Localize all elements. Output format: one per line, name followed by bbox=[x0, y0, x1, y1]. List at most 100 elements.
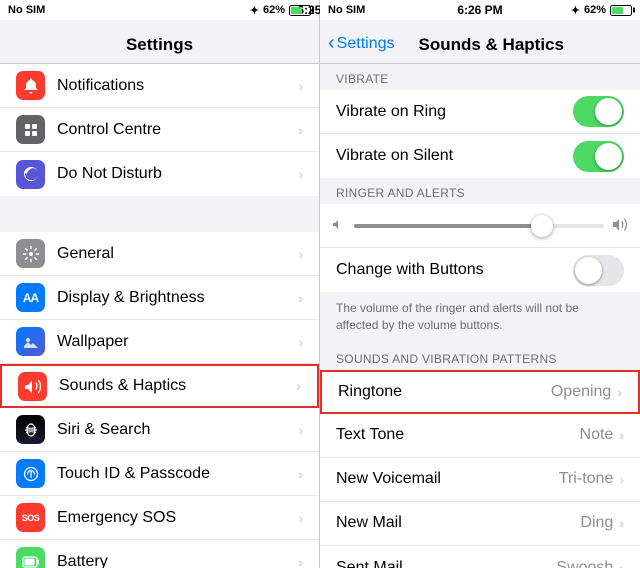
vibrate-silent-item: Vibrate on Silent bbox=[320, 134, 640, 178]
vibrate-ring-item: Vibrate on Ring bbox=[320, 90, 640, 134]
battery-chevron: › bbox=[298, 554, 303, 568]
settings-list: Notifications › Control Centre › Do Not … bbox=[0, 64, 319, 568]
sounds-patterns-header: SOUNDS AND VIBRATION PATTERNS bbox=[320, 344, 640, 370]
left-battery-icon bbox=[289, 5, 311, 16]
wallpaper-label: Wallpaper bbox=[57, 333, 298, 351]
left-carrier: No SIM bbox=[8, 4, 45, 16]
sounds-patterns-section: SOUNDS AND VIBRATION PATTERNS Ringtone O… bbox=[320, 344, 640, 568]
vibrate-silent-knob bbox=[595, 143, 622, 170]
volume-slider-container bbox=[320, 204, 640, 248]
battery-icon bbox=[16, 547, 45, 568]
settings-group-1: Notifications › Control Centre › Do Not … bbox=[0, 64, 319, 196]
notifications-chevron: › bbox=[298, 78, 303, 94]
sounds-haptics-label: Sounds & Haptics bbox=[59, 377, 296, 395]
ringtone-item[interactable]: Ringtone Opening › bbox=[320, 370, 640, 414]
right-bluetooth-icon: ✦ bbox=[571, 4, 580, 17]
ringer-section: RINGER AND ALERTS Ch bbox=[320, 178, 640, 344]
display-brightness-label: Display & Brightness bbox=[57, 289, 298, 307]
display-brightness-icon: AA bbox=[16, 283, 45, 312]
ringer-group: Change with Buttons bbox=[320, 204, 640, 292]
wallpaper-icon bbox=[16, 327, 45, 356]
vibrate-silent-toggle[interactable] bbox=[573, 141, 624, 172]
ringtone-label: Ringtone bbox=[338, 383, 551, 401]
display-brightness-chevron: › bbox=[298, 290, 303, 306]
do-not-disturb-label: Do Not Disturb bbox=[57, 165, 298, 183]
sidebar-item-wallpaper[interactable]: Wallpaper › bbox=[0, 320, 319, 364]
new-voicemail-chevron: › bbox=[619, 471, 624, 487]
new-voicemail-value: Tri-tone bbox=[559, 470, 614, 488]
left-battery-fill bbox=[291, 7, 302, 14]
right-battery-fill bbox=[612, 7, 623, 14]
volume-low-icon bbox=[332, 217, 346, 234]
left-status-left: No SIM bbox=[8, 4, 45, 16]
left-status-right: ✦ 62% bbox=[250, 4, 311, 17]
left-header: Settings bbox=[0, 20, 319, 64]
general-icon bbox=[16, 239, 45, 268]
change-buttons-label: Change with Buttons bbox=[336, 261, 573, 279]
emergency-sos-label: Emergency SOS bbox=[57, 509, 298, 527]
right-header: ‹ Settings Sounds & Haptics bbox=[320, 20, 640, 64]
text-tone-chevron: › bbox=[619, 427, 624, 443]
control-centre-chevron: › bbox=[298, 122, 303, 138]
notifications-icon bbox=[16, 71, 45, 100]
text-tone-value: Note bbox=[580, 426, 614, 444]
sidebar-item-do-not-disturb[interactable]: Do Not Disturb › bbox=[0, 152, 319, 196]
vibrate-group: Vibrate on Ring Vibrate on Silent bbox=[320, 90, 640, 178]
new-mail-value: Ding bbox=[580, 514, 613, 532]
change-buttons-item: Change with Buttons bbox=[320, 248, 640, 292]
change-buttons-toggle[interactable] bbox=[573, 255, 624, 286]
left-panel: No SIM 6:25 PM ✦ 62% Settings Notificati… bbox=[0, 0, 320, 568]
siri-search-chevron: › bbox=[298, 422, 303, 438]
vibrate-section: VIBRATE Vibrate on Ring Vibrate on Silen… bbox=[320, 64, 640, 178]
volume-slider-fill bbox=[354, 224, 542, 228]
left-title: Settings bbox=[126, 35, 193, 55]
sidebar-item-touch-id[interactable]: Touch ID & Passcode › bbox=[0, 452, 319, 496]
right-status-bar: No SIM 6:26 PM ✦ 62% bbox=[320, 0, 640, 20]
general-label: General bbox=[57, 245, 298, 263]
right-carrier: No SIM bbox=[328, 4, 365, 16]
ringtone-chevron: › bbox=[617, 384, 622, 400]
text-tone-label: Text Tone bbox=[336, 426, 580, 444]
right-panel: No SIM 6:26 PM ✦ 62% ‹ Settings Sounds &… bbox=[320, 0, 640, 568]
volume-slider-track[interactable] bbox=[354, 224, 604, 228]
right-status-left: No SIM bbox=[328, 4, 365, 16]
ringtone-value: Opening bbox=[551, 383, 612, 401]
sidebar-item-display-brightness[interactable]: AA Display & Brightness › bbox=[0, 276, 319, 320]
back-chevron-icon: ‹ bbox=[328, 32, 335, 55]
text-tone-item[interactable]: Text Tone Note › bbox=[320, 414, 640, 458]
new-voicemail-item[interactable]: New Voicemail Tri-tone › bbox=[320, 458, 640, 502]
right-battery-icon bbox=[610, 5, 632, 16]
back-button[interactable]: ‹ Settings bbox=[328, 32, 394, 55]
emergency-sos-chevron: › bbox=[298, 510, 303, 526]
left-status-bar: No SIM 6:25 PM ✦ 62% bbox=[0, 0, 319, 20]
wallpaper-chevron: › bbox=[298, 334, 303, 350]
sidebar-item-notifications[interactable]: Notifications › bbox=[0, 64, 319, 108]
volume-high-icon bbox=[612, 217, 628, 234]
sidebar-item-emergency-sos[interactable]: SOS Emergency SOS › bbox=[0, 496, 319, 540]
sounds-haptics-icon bbox=[18, 372, 47, 401]
sent-mail-chevron: › bbox=[619, 560, 624, 568]
new-mail-item[interactable]: New Mail Ding › bbox=[320, 502, 640, 546]
emergency-sos-icon: SOS bbox=[16, 503, 45, 532]
group-separator-1 bbox=[0, 196, 319, 232]
left-bluetooth-icon: ✦ bbox=[250, 4, 259, 17]
sent-mail-item[interactable]: Sent Mail Swoosh › bbox=[320, 546, 640, 568]
sidebar-item-siri-search[interactable]: Siri & Search › bbox=[0, 408, 319, 452]
right-battery-percent: 62% bbox=[584, 4, 606, 16]
vibrate-silent-label: Vibrate on Silent bbox=[336, 147, 573, 165]
change-buttons-knob bbox=[575, 257, 602, 284]
right-time: 6:26 PM bbox=[457, 3, 502, 17]
sidebar-item-sounds-haptics[interactable]: Sounds & Haptics › bbox=[0, 364, 319, 408]
vibrate-ring-knob bbox=[595, 98, 622, 125]
vibrate-ring-toggle[interactable] bbox=[573, 96, 624, 127]
new-voicemail-label: New Voicemail bbox=[336, 470, 559, 488]
touch-id-chevron: › bbox=[298, 466, 303, 482]
volume-slider-thumb bbox=[531, 215, 553, 237]
sidebar-item-general[interactable]: General › bbox=[0, 232, 319, 276]
general-chevron: › bbox=[298, 246, 303, 262]
sidebar-item-control-centre[interactable]: Control Centre › bbox=[0, 108, 319, 152]
new-mail-label: New Mail bbox=[336, 514, 580, 532]
sidebar-item-battery[interactable]: Battery › bbox=[0, 540, 319, 568]
vibrate-section-header: VIBRATE bbox=[320, 64, 640, 90]
sent-mail-value: Swoosh bbox=[556, 559, 613, 568]
